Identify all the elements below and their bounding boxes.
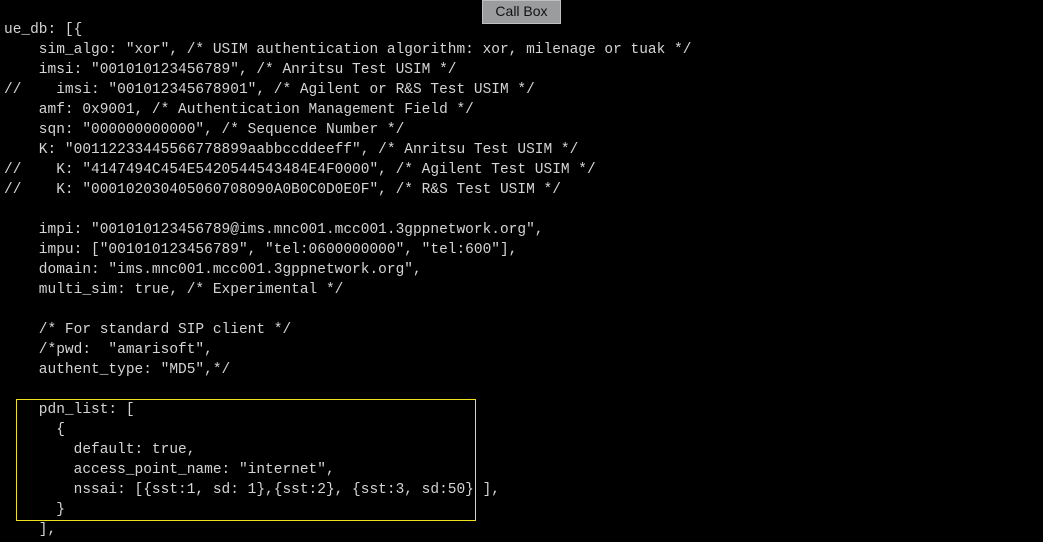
code-line: ue_db: [{ (4, 20, 691, 40)
code-line (4, 380, 691, 400)
code-line: pdn_list: [ (4, 400, 691, 420)
code-line: sim_algo: "xor", /* USIM authentication … (4, 40, 691, 60)
code-line: nssai: [{sst:1, sd: 1},{sst:2}, {sst:3, … (4, 480, 691, 500)
code-line: impi: "001010123456789@ims.mnc001.mcc001… (4, 220, 691, 240)
code-line: ], (4, 520, 691, 540)
code-line: } (4, 500, 691, 520)
code-line: domain: "ims.mnc001.mcc001.3gppnetwork.o… (4, 260, 691, 280)
code-line: /*pwd: "amarisoft", (4, 340, 691, 360)
code-line: default: true, (4, 440, 691, 460)
code-line: authent_type: "MD5",*/ (4, 360, 691, 380)
code-line: impu: ["001010123456789", "tel:060000000… (4, 240, 691, 260)
code-line: // K: "000102030405060708090A0B0C0D0E0F"… (4, 180, 691, 200)
code-line: imsi: "001010123456789", /* Anritsu Test… (4, 60, 691, 80)
code-line: multi_sim: true, /* Experimental */ (4, 280, 691, 300)
code-line: // imsi: "001012345678901", /* Agilent o… (4, 80, 691, 100)
code-line: access_point_name: "internet", (4, 460, 691, 480)
code-line (4, 200, 691, 220)
code-line: sqn: "000000000000", /* Sequence Number … (4, 120, 691, 140)
code-line: /* For standard SIP client */ (4, 320, 691, 340)
code-line: { (4, 420, 691, 440)
code-line: // K: "4147494C454E5420544543484E4F0000"… (4, 160, 691, 180)
code-line: amf: 0x9001, /* Authentication Managemen… (4, 100, 691, 120)
code-area: ue_db: [{ sim_algo: "xor", /* USIM authe… (4, 20, 691, 540)
code-line: K: "00112233445566778899aabbccddeeff", /… (4, 140, 691, 160)
code-line (4, 300, 691, 320)
